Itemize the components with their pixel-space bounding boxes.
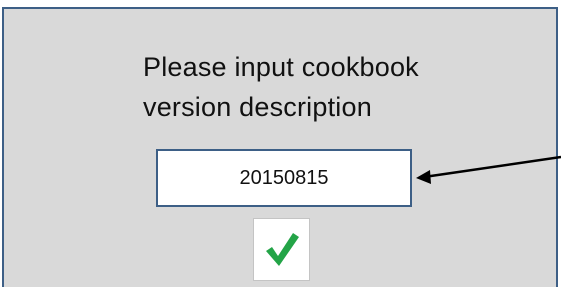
page: Please input cookbook version descriptio… xyxy=(0,0,561,287)
pointer-arrow xyxy=(416,155,561,184)
